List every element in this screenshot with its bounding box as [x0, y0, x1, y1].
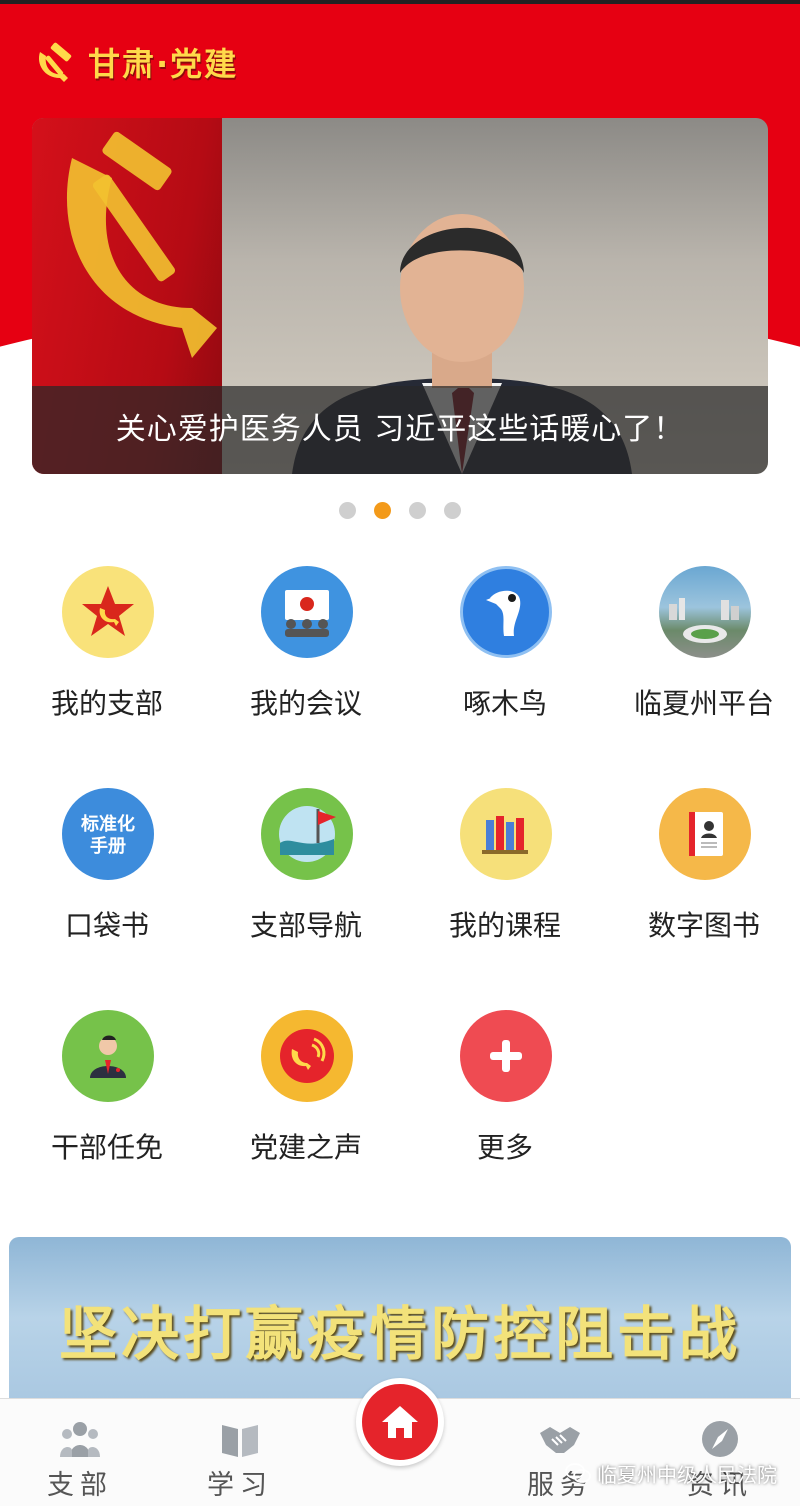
tab-label: 学习	[207, 1470, 273, 1501]
news-banner[interactable]: 关心爱护医务人员 习近平这些话暖心了！	[32, 118, 768, 474]
carousel-dot[interactable]	[339, 502, 356, 519]
grid-item-label: 干部任免	[50, 1131, 163, 1164]
home-button[interactable]	[356, 1378, 444, 1466]
city-photo-icon	[659, 566, 751, 658]
books-icon	[460, 788, 552, 880]
grid-item-label: 更多	[476, 1131, 533, 1164]
grid-item-digital-books[interactable]: 数字图书	[604, 788, 800, 968]
watermark-text: 临夏州中级人民法院	[597, 1462, 777, 1487]
grid-item-label: 临夏州平台	[633, 687, 774, 720]
grid-item-my-meeting[interactable]: 我的会议	[206, 566, 406, 746]
tab-branch[interactable]: 支部	[0, 1399, 160, 1506]
woodpecker-icon	[460, 566, 552, 658]
grid-item-label: 口袋书	[64, 909, 149, 942]
carousel-indicators	[0, 502, 800, 519]
carousel-dot-active[interactable]	[374, 502, 391, 519]
grid-item-label: 支部导航	[249, 909, 362, 942]
wechat-watermark: 临夏州中级人民法院	[565, 1458, 777, 1488]
grid-item-linxia-platform[interactable]: 临夏州平台	[604, 566, 800, 746]
grid-item-woodpecker[interactable]: 啄木鸟	[405, 566, 605, 746]
carousel-dot[interactable]	[409, 502, 426, 519]
grid-item-more[interactable]: 更多	[405, 1010, 605, 1190]
grid-item-party-voice[interactable]: 党建之声	[206, 1010, 406, 1190]
official-icon	[62, 1010, 154, 1102]
grid-item-label: 我的课程	[448, 909, 561, 942]
book-icon	[659, 788, 751, 880]
handbook-icon: 标准化 手册	[62, 788, 154, 880]
book-open-icon	[222, 1425, 258, 1457]
plus-icon	[460, 1010, 552, 1102]
grid-item-label: 啄木鸟	[462, 687, 547, 720]
party-voice-icon	[261, 1010, 353, 1102]
meeting-icon	[261, 566, 353, 658]
grid-item-label: 数字图书	[647, 909, 760, 942]
svg-text:标准化: 标准化	[80, 813, 135, 835]
grid-item-label: 党建之声	[249, 1131, 362, 1164]
party-star-icon	[62, 566, 154, 658]
grid-item-pocket-book[interactable]: 标准化 手册 口袋书	[7, 788, 207, 968]
people-icon	[60, 1422, 100, 1457]
wechat-icon	[565, 1463, 591, 1483]
grid-item-label: 我的会议	[249, 687, 362, 720]
compass-icon	[702, 1421, 738, 1457]
tab-news[interactable]: 资讯	[640, 1399, 800, 1506]
tab-service[interactable]: 服务	[480, 1399, 640, 1506]
grid-item-my-branch[interactable]: 我的支部	[7, 566, 207, 746]
grid-item-my-courses[interactable]: 我的课程	[405, 788, 605, 968]
carousel-dot[interactable]	[444, 502, 461, 519]
tab-label: 支部	[47, 1470, 113, 1501]
grid-item-branch-nav[interactable]: 支部导航	[206, 788, 406, 968]
handshake-icon	[540, 1427, 580, 1453]
home-icon	[382, 1406, 418, 1438]
grid-item-cadre-appointment[interactable]: 干部任免	[7, 1010, 207, 1190]
grid-item-label: 我的支部	[50, 687, 163, 720]
flag-navigation-icon	[261, 788, 353, 880]
promo-title: 坚决打赢疫情防控阻击战	[58, 1300, 741, 1368]
banner-caption: 关心爱护医务人员 习近平这些话暖心了！	[115, 412, 685, 447]
hammer-sickle-logo-icon	[38, 42, 72, 82]
brand-title: 甘肃·党建	[88, 45, 239, 83]
app-brand: 甘肃·党建	[30, 38, 238, 86]
tab-study[interactable]: 学习	[160, 1399, 320, 1506]
svg-text:手册: 手册	[90, 835, 126, 857]
